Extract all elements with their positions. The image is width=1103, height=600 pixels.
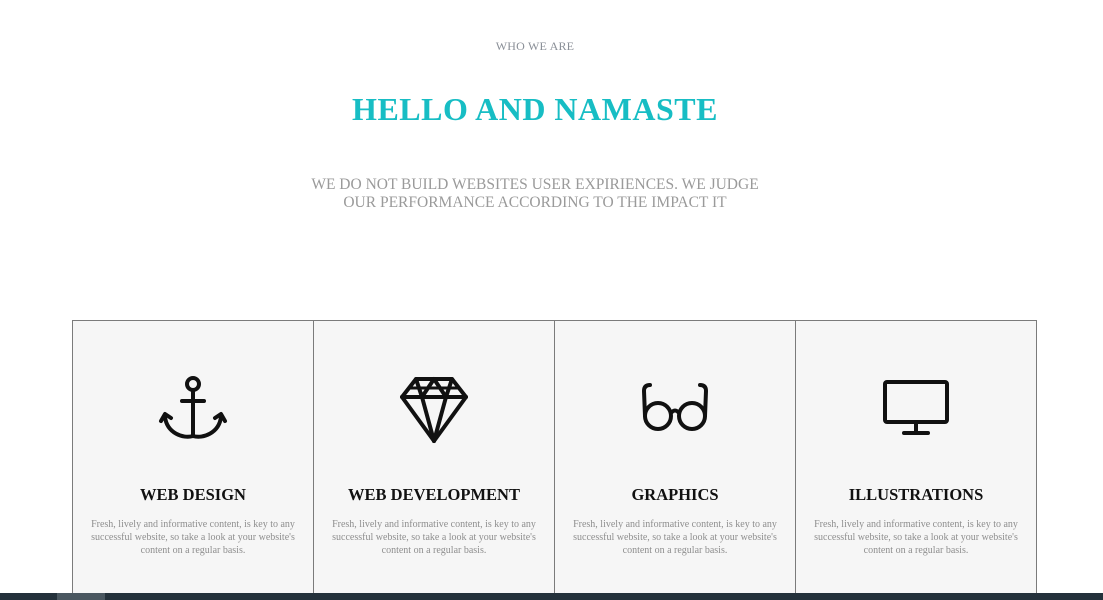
anchor-icon	[73, 373, 313, 445]
service-card-web-development: WEB DEVELOPMENT Fresh, lively and inform…	[313, 320, 555, 600]
service-description: Fresh, lively and informative content, i…	[332, 519, 536, 556]
service-card-graphics: GRAPHICS Fresh, lively and informative c…	[554, 320, 796, 600]
section-intro: WE DO NOT BUILD WEBSITES USER EXPIRIENCE…	[311, 176, 759, 211]
service-title: ILLUSTRATIONS	[848, 485, 984, 504]
service-card-web-design: WEB DESIGN Fresh, lively and informative…	[72, 320, 314, 600]
section-headline: HELLO AND NAMASTE	[352, 91, 718, 127]
monitor-icon	[796, 373, 1036, 445]
service-description: Fresh, lively and informative content, i…	[814, 519, 1018, 556]
service-description: Fresh, lively and informative content, i…	[91, 519, 295, 556]
service-description: Fresh, lively and informative content, i…	[573, 519, 777, 556]
service-title: WEB DEVELOPMENT	[348, 485, 520, 504]
service-title: GRAPHICS	[631, 485, 719, 504]
bottom-scrollbar[interactable]	[0, 593, 1103, 600]
diamond-icon	[314, 373, 554, 445]
service-title: WEB DESIGN	[140, 485, 246, 504]
glasses-icon	[555, 373, 795, 445]
services-grid: WEB DESIGN Fresh, lively and informative…	[72, 320, 1040, 600]
service-card-illustrations: ILLUSTRATIONS Fresh, lively and informat…	[795, 320, 1037, 600]
scrollbar-thumb[interactable]	[57, 593, 105, 600]
eyebrow-label: WHO WE ARE	[495, 39, 575, 53]
